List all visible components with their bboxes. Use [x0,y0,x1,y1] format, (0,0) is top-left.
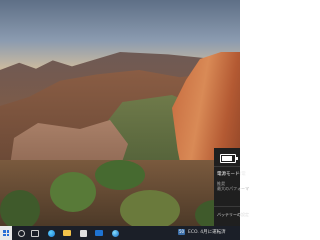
search-button[interactable] [16,228,26,238]
store-button[interactable] [78,228,88,238]
bush [120,190,180,226]
status-badge: 50 [178,229,186,235]
edge-beta-button[interactable] [110,228,120,238]
task-view-icon [31,229,39,237]
power-mode-label: 電源モード(電 [217,172,246,177]
battery-settings-link[interactable]: バッテリーの設定 [217,212,249,217]
desktop-wallpaper[interactable] [0,0,240,226]
file-explorer-button[interactable] [62,228,72,238]
edge-icon [47,229,55,237]
divider [214,166,240,167]
task-view-button[interactable] [30,228,40,238]
file-explorer-icon [63,230,71,236]
power-mode-description: 最大のパフォーマ [217,186,249,191]
mail-button[interactable] [94,228,104,238]
battery-icon [220,154,238,163]
battery-level-fill [222,156,232,161]
edge-beta-icon [111,229,119,237]
bush [0,190,40,226]
store-icon [79,229,87,237]
mail-icon [95,230,103,236]
battery-flyout: 電源モード(電 推奨 最大のパフォーマ バッテリーの設定 [214,148,249,226]
search-icon [17,229,25,237]
divider [214,206,240,207]
bush [50,172,96,212]
bush [95,160,145,190]
windows-start-icon [3,230,9,236]
start-button[interactable] [0,226,12,240]
taskbar: 50 ECO. 4月に運転済 [0,226,240,240]
system-status-text[interactable]: ECO. 4月に運転済 [188,229,226,237]
edge-button[interactable] [46,228,56,238]
